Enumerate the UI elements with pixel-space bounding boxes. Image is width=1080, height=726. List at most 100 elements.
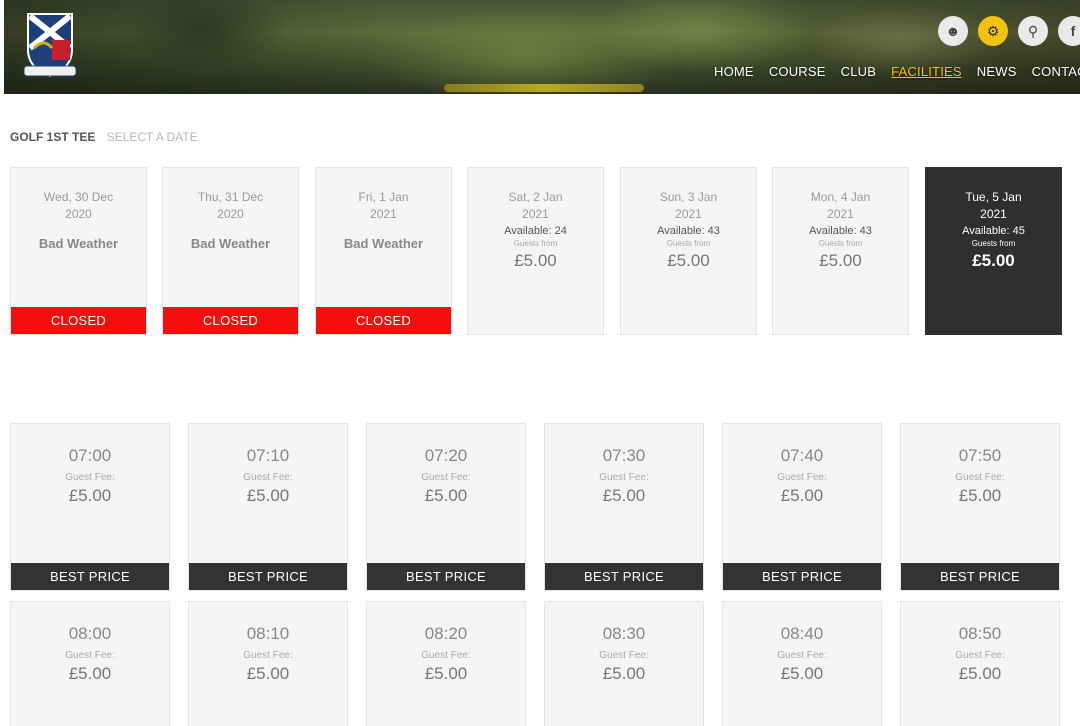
date-price: £5.00	[972, 251, 1015, 270]
date-year: 2020	[217, 207, 244, 221]
guests-from-label: Guests from	[666, 239, 711, 248]
slot-time: 08:30	[602, 624, 646, 643]
slot-time: 08:10	[246, 624, 290, 643]
date-day: Fri, 1 Jan	[358, 190, 409, 204]
tee-time-slot[interactable]: 07:40 Guest Fee: £5.00 BEST PRICE	[722, 423, 882, 591]
date-day: Wed, 30 Dec	[43, 190, 114, 204]
date-availability: Available: 24	[504, 225, 567, 237]
date-availability: Available: 43	[657, 225, 720, 237]
user-icon[interactable]: ☻	[938, 16, 968, 46]
guest-fee-label: Guest Fee:	[777, 650, 827, 661]
breadcrumb-next: SELECT A DATE	[106, 130, 198, 144]
date-year: 2021	[522, 207, 549, 221]
guest-fee-label: Guest Fee:	[65, 472, 115, 483]
date-day: Thu, 31 Dec	[197, 190, 264, 204]
tee-time-slot[interactable]: 07:20 Guest Fee: £5.00 BEST PRICE	[366, 423, 526, 591]
date-price: £5.00	[514, 251, 557, 270]
date-day: Sat, 2 Jan	[508, 190, 563, 204]
nav-course[interactable]: COURSE	[769, 64, 826, 79]
tee-time-slot[interactable]: 08:40 Guest Fee: £5.00	[722, 601, 882, 726]
guest-fee-label: Guest Fee:	[777, 472, 827, 483]
slot-time: 07:30	[602, 446, 646, 465]
guest-fee-label: Guest Fee:	[421, 650, 471, 661]
slot-time: 07:50	[958, 446, 1002, 465]
slot-time: 07:10	[246, 446, 290, 465]
guests-from-label: Guests from	[513, 239, 558, 248]
tee-time-slot[interactable]: 07:00 Guest Fee: £5.00 BEST PRICE	[10, 423, 170, 591]
date-card-closed[interactable]: Wed, 30 Dec 2020 Bad Weather CLOSED	[10, 167, 147, 335]
slot-time: 07:40	[780, 446, 824, 465]
slot-price: £5.00	[424, 486, 468, 505]
date-card[interactable]: Mon, 4 Jan 2021 Available: 43 Guests fro…	[772, 167, 909, 335]
nav-home[interactable]: HOME	[714, 64, 754, 79]
date-card-selected[interactable]: Tue, 5 Jan 2021 Available: 45 Guests fro…	[925, 167, 1062, 335]
slot-price: £5.00	[958, 664, 1002, 683]
best-price-badge: BEST PRICE	[901, 563, 1059, 590]
tee-time-slot[interactable]: 07:50 Guest Fee: £5.00 BEST PRICE	[900, 423, 1060, 591]
tee-time-slot[interactable]: 08:50 Guest Fee: £5.00	[900, 601, 1060, 726]
date-year: 2021	[370, 207, 397, 221]
slot-price: £5.00	[958, 486, 1002, 505]
date-card[interactable]: Sun, 3 Jan 2021 Available: 43 Guests fro…	[620, 167, 757, 335]
breadcrumb-current[interactable]: GOLF 1ST TEE	[10, 130, 95, 144]
date-card-closed[interactable]: Thu, 31 Dec 2020 Bad Weather CLOSED	[162, 167, 299, 335]
date-year: 2021	[980, 207, 1007, 221]
site-header: ☻ ⚙ ⚲ f HOME COURSE CLUB FACILITIES NEWS…	[4, 0, 1080, 94]
tee-time-slot[interactable]: 08:10 Guest Fee: £5.00	[188, 601, 348, 726]
guest-fee-label: Guest Fee:	[65, 650, 115, 661]
date-day: Tue, 5 Jan	[965, 190, 1022, 204]
best-price-badge: BEST PRICE	[723, 563, 881, 590]
slot-price: £5.00	[780, 486, 824, 505]
slot-price: £5.00	[602, 486, 646, 505]
slot-time: 08:40	[780, 624, 824, 643]
tee-time-slot[interactable]: 08:30 Guest Fee: £5.00	[544, 601, 704, 726]
slot-time: 08:00	[68, 624, 112, 643]
best-price-badge: BEST PRICE	[367, 563, 525, 590]
club-crest-logo[interactable]	[22, 10, 78, 80]
best-price-badge: BEST PRICE	[189, 563, 347, 590]
slot-price: £5.00	[424, 664, 468, 683]
facebook-icon[interactable]: f	[1058, 16, 1080, 46]
nav-club[interactable]: CLUB	[841, 64, 876, 79]
date-year: 2021	[675, 207, 702, 221]
slot-time: 07:20	[424, 446, 468, 465]
header-icon-group: ☻ ⚙ ⚲ f	[938, 16, 1080, 46]
breadcrumb: GOLF 1ST TEE SELECT A DATE	[10, 130, 198, 144]
guest-fee-label: Guest Fee:	[421, 472, 471, 483]
guest-fee-label: Guest Fee:	[955, 472, 1005, 483]
slot-time: 07:00	[68, 446, 112, 465]
slot-price: £5.00	[68, 664, 112, 683]
tee-time-slot[interactable]: 07:10 Guest Fee: £5.00 BEST PRICE	[188, 423, 348, 591]
date-availability: Available: 43	[809, 225, 872, 237]
slot-time: 08:50	[958, 624, 1002, 643]
date-day: Sun, 3 Jan	[659, 190, 718, 204]
guest-fee-label: Guest Fee:	[599, 650, 649, 661]
guest-fee-label: Guest Fee:	[243, 650, 293, 661]
guests-from-label: Guests from	[971, 239, 1016, 248]
gear-icon[interactable]: ⚙	[978, 16, 1008, 46]
slot-price: £5.00	[68, 486, 112, 505]
nav-news[interactable]: NEWS	[977, 64, 1017, 79]
search-icon[interactable]: ⚲	[1018, 16, 1048, 46]
slot-price: £5.00	[602, 664, 646, 683]
guest-fee-label: Guest Fee:	[955, 650, 1005, 661]
slot-price: £5.00	[780, 664, 824, 683]
date-status: Bad Weather	[190, 236, 271, 251]
date-price: £5.00	[819, 251, 862, 270]
tee-time-slot[interactable]: 07:30 Guest Fee: £5.00 BEST PRICE	[544, 423, 704, 591]
tee-time-slot[interactable]: 08:00 Guest Fee: £5.00	[10, 601, 170, 726]
date-year: 2020	[65, 207, 92, 221]
date-price: £5.00	[667, 251, 710, 270]
nav-contact[interactable]: CONTACT	[1032, 64, 1080, 79]
closed-badge: CLOSED	[11, 307, 146, 334]
date-year: 2021	[827, 207, 854, 221]
nav-facilities[interactable]: FACILITIES	[891, 64, 962, 79]
slot-price: £5.00	[246, 486, 290, 505]
guest-fee-label: Guest Fee:	[599, 472, 649, 483]
date-availability: Available: 45	[962, 225, 1025, 237]
date-card[interactable]: Sat, 2 Jan 2021 Available: 24 Guests fro…	[467, 167, 604, 335]
tee-time-slot[interactable]: 08:20 Guest Fee: £5.00	[366, 601, 526, 726]
guests-from-label: Guests from	[818, 239, 863, 248]
best-price-badge: BEST PRICE	[11, 563, 169, 590]
date-card-closed[interactable]: Fri, 1 Jan 2021 Bad Weather CLOSED	[315, 167, 452, 335]
